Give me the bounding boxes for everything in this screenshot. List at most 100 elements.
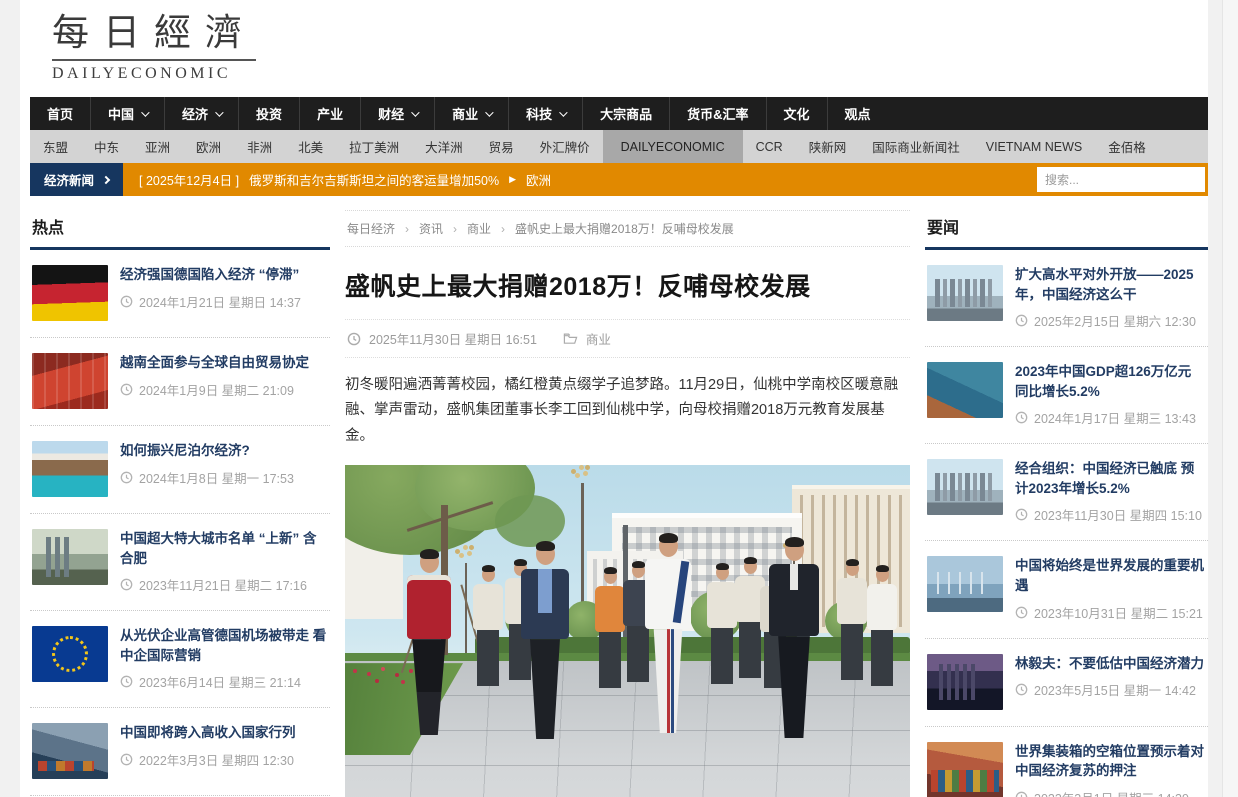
list-item[interactable]: 越南全面参与全球自由贸易协定 2024年1月9日 星期二 21:09 xyxy=(30,338,330,426)
clock-icon xyxy=(1015,683,1028,696)
nav2-forex[interactable]: 外汇牌价 xyxy=(527,130,603,163)
person xyxy=(867,567,897,686)
list-item[interactable]: 扩大高水平对外开放——2025年，中国经济这么干 2025年2月15日 星期六 … xyxy=(925,250,1208,347)
chevron-down-icon xyxy=(559,108,567,116)
breadcrumb-separator: › xyxy=(501,222,505,236)
list-item[interactable]: 2023年中国GDP超126万亿元 同比增长5.2% 2024年1月17日 星期… xyxy=(925,347,1208,444)
nav-commodities[interactable]: 大宗商品 xyxy=(582,97,669,130)
clock-icon xyxy=(1015,314,1028,327)
article-category-link[interactable]: 商业 xyxy=(586,329,611,348)
nav-culture[interactable]: 文化 xyxy=(766,97,827,130)
ticker-headline[interactable]: [ 2025年12月4日 ] 俄罗斯和吉尔吉斯斯坦之间的客运量增加50% ▶ 欧… xyxy=(139,170,551,189)
important-heading: 要闻 xyxy=(925,206,1208,250)
list-item[interactable]: 中国超大特大城市名单 “上新” 含合肥 2023年11月21日 星期二 17:1… xyxy=(30,514,330,611)
breadcrumb-news[interactable]: 资讯 xyxy=(419,220,443,237)
nav-industry[interactable]: 产业 xyxy=(299,97,360,130)
ticker-label[interactable]: 经济新闻 xyxy=(30,163,123,196)
chevron-right-icon xyxy=(102,175,110,183)
hot-heading: 热点 xyxy=(30,206,330,250)
breadcrumb-separator: › xyxy=(405,222,409,236)
article-body: 初冬暖阳遍洒菁菁校园，橘红橙黄点缀学子追梦路。11月29日，仙桃中学南校区暖意融… xyxy=(345,373,910,449)
breadcrumb: 每日经济 › 资讯 › 商业 › 盛帆史上最大捐赠2018万！反哺母校发展 xyxy=(345,210,910,247)
nav2-trade[interactable]: 贸易 xyxy=(476,130,527,163)
clock-icon xyxy=(120,295,133,308)
nav-currency[interactable]: 货币&汇率 xyxy=(669,97,765,130)
clock-icon xyxy=(120,578,133,591)
search-input[interactable] xyxy=(1037,167,1205,192)
nav2-namerica[interactable]: 北美 xyxy=(285,130,336,163)
person xyxy=(473,567,503,686)
arrow-icon: ▶ xyxy=(509,174,516,185)
nav2-vietnam-news[interactable]: VIETNAM NEWS xyxy=(973,130,1096,163)
clock-icon xyxy=(1015,508,1028,521)
chevron-down-icon xyxy=(411,108,419,116)
nav2-shanxinwang[interactable]: 陕新网 xyxy=(796,130,860,163)
secondary-nav: 东盟 中东 亚洲 欧洲 非洲 北美 拉丁美洲 大洋洲 贸易 外汇牌价 DAILY… xyxy=(30,130,1208,163)
thumbnail-shanghai-skyline xyxy=(927,265,1003,321)
site-logo-subtitle: DAILYECONOMIC xyxy=(52,65,1208,83)
thumbnail-city-skyline xyxy=(32,529,108,585)
nav-opinion[interactable]: 观点 xyxy=(827,97,888,130)
nav-finance[interactable]: 财经 xyxy=(360,97,434,130)
site-logo[interactable]: 每日經濟 xyxy=(52,14,256,61)
thumbnail-nepal-lake xyxy=(32,441,108,497)
list-item[interactable]: 从光伏企业高管德国机场被带走 看中企国际营销 2023年6月14日 星期三 21… xyxy=(30,611,330,708)
list-item[interactable]: 中国将始终是世界发展的重要机遇 2023年10月31日 星期二 15:21 xyxy=(925,541,1208,638)
clock-icon xyxy=(1015,791,1028,797)
nav2-asia[interactable]: 亚洲 xyxy=(132,130,183,163)
clock-icon xyxy=(120,471,133,484)
nav2-intl-business-news[interactable]: 国际商业新闻社 xyxy=(859,130,973,163)
breadcrumb-current: 盛帆史上最大捐赠2018万！反哺母校发展 xyxy=(515,220,734,237)
nav2-oceania[interactable]: 大洋洲 xyxy=(412,130,476,163)
list-item[interactable]: 中国即将跨入高收入国家行列 2022年3月3日 星期四 12:30 xyxy=(30,708,330,796)
nav2-africa[interactable]: 非洲 xyxy=(234,130,285,163)
nav2-goldprice[interactable]: 金佰格 xyxy=(1095,130,1159,163)
nav2-europe[interactable]: 欧洲 xyxy=(183,130,234,163)
list-item[interactable]: 经济强国德国陷入经济 “停滞” 2024年1月21日 星期日 14:37 xyxy=(30,250,330,338)
clock-icon xyxy=(120,675,133,688)
folder-icon xyxy=(563,332,578,345)
thumbnail-container-yard xyxy=(927,742,1003,797)
nav2-latam[interactable]: 拉丁美洲 xyxy=(336,130,412,163)
nav-home[interactable]: 首页 xyxy=(30,97,90,130)
person xyxy=(837,561,867,680)
nav2-mideast[interactable]: 中东 xyxy=(81,130,132,163)
article-main: 每日经济 › 资讯 › 商业 › 盛帆史上最大捐赠2018万！反哺母校发展 盛帆… xyxy=(345,206,910,797)
page-container: 每日經濟 DAILYECONOMIC 首页 中国 经济 投资 产业 财经 商业 … xyxy=(20,0,1208,797)
list-item[interactable]: 经合组织：中国经济已触底 预计2023年增长5.2% 2023年11月30日 星… xyxy=(925,444,1208,541)
nav-economy[interactable]: 经济 xyxy=(164,97,238,130)
list-item[interactable]: 世界集装箱的空箱位置预示着对中国经济复苏的押注 2023年3月1日 星期三 14… xyxy=(925,727,1208,797)
nav-china[interactable]: 中国 xyxy=(90,97,164,130)
clock-icon xyxy=(1015,411,1028,424)
primary-nav: 首页 中国 经济 投资 产业 财经 商业 科技 大宗商品 货币&汇率 文化 观点 xyxy=(30,97,1208,130)
chevron-down-icon xyxy=(215,108,223,116)
thumbnail-vietnam-containers xyxy=(32,353,108,409)
thumbnail-bridge-city xyxy=(927,556,1003,612)
breadcrumb-business[interactable]: 商业 xyxy=(467,220,491,237)
list-item[interactable]: 林毅夫：不要低估中国经济潜力 2023年5月15日 星期一 14:42 xyxy=(925,639,1208,727)
nav2-dailyeconomic[interactable]: DAILYECONOMIC xyxy=(603,130,743,163)
person-red-cardigan xyxy=(407,551,451,735)
site-header: 每日經濟 DAILYECONOMIC xyxy=(20,0,1208,97)
tree-canopy xyxy=(495,495,565,547)
nav2-ccr[interactable]: CCR xyxy=(743,130,796,163)
nav-invest[interactable]: 投资 xyxy=(238,97,299,130)
thumbnail-shanghai-skyline xyxy=(927,459,1003,515)
nav-business[interactable]: 商业 xyxy=(434,97,508,130)
nav-tech[interactable]: 科技 xyxy=(508,97,582,130)
news-ticker: 经济新闻 [ 2025年12月4日 ] 俄罗斯和吉尔吉斯斯坦之间的客运量增加50… xyxy=(30,163,1208,196)
thumbnail-german-flag xyxy=(32,265,108,321)
nav2-asean[interactable]: 东盟 xyxy=(30,130,81,163)
hot-sidebar: 热点 经济强国德国陷入经济 “停滞” 2024年1月21日 星期日 14:37 … xyxy=(30,206,330,797)
clock-icon xyxy=(120,383,133,396)
breadcrumb-separator: › xyxy=(453,222,457,236)
article-meta: 2025年11月30日 星期日 16:51 商业 xyxy=(345,319,910,358)
search-box xyxy=(1037,167,1205,192)
article-photo xyxy=(345,465,910,797)
chevron-down-icon xyxy=(485,108,493,116)
list-item[interactable]: 如何振兴尼泊尔经济? 2024年1月8日 星期一 17:53 xyxy=(30,426,330,514)
person-white-tracksuit xyxy=(645,535,691,733)
person xyxy=(595,569,625,688)
breadcrumb-home[interactable]: 每日经济 xyxy=(347,220,395,237)
scrollbar[interactable] xyxy=(1222,0,1238,797)
